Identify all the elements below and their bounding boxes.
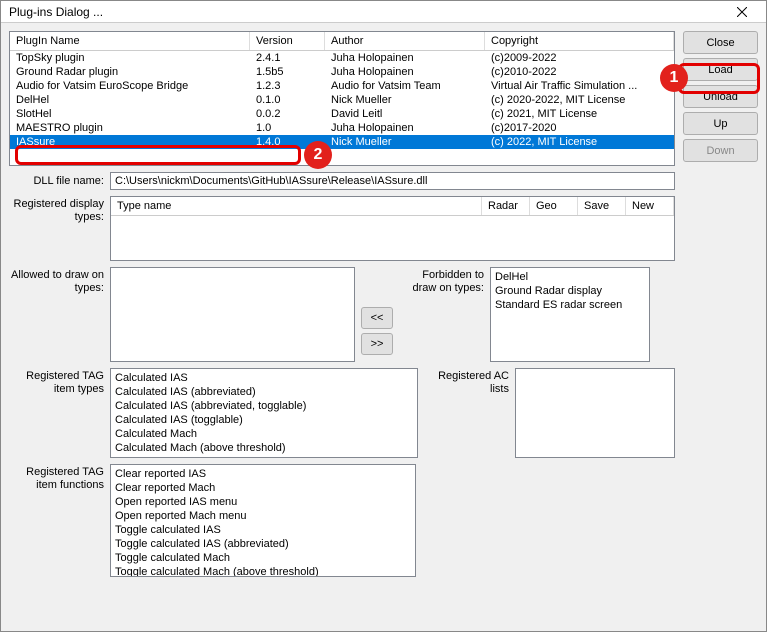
down-button[interactable]: Down	[683, 139, 758, 162]
list-item[interactable]: Calculated Mach (above threshold, toggla…	[115, 455, 413, 458]
window-title: Plug-ins Dialog ...	[5, 5, 722, 19]
plugin-table-header: PlugIn Name Version Author Copyright	[10, 32, 674, 51]
list-item[interactable]: Open reported IAS menu	[115, 495, 411, 509]
unload-button[interactable]: Unload	[683, 85, 758, 108]
list-item[interactable]: Toggle calculated IAS	[115, 523, 411, 537]
table-row[interactable]: MAESTRO plugin1.0Juha Holopainen(c)2017-…	[10, 121, 674, 135]
table-cell-copyright: Virtual Air Traffic Simulation ...	[485, 79, 674, 93]
reg-tag-items-label: Registered TAG item types	[9, 368, 104, 396]
ac-lists-list[interactable]	[515, 368, 675, 458]
reg-display-label: Registered display types:	[9, 196, 104, 224]
up-button[interactable]: Up	[683, 112, 758, 135]
table-cell-author: Nick Mueller	[325, 135, 485, 149]
col-header-copyright[interactable]: Copyright	[485, 32, 674, 50]
type-header-save[interactable]: Save	[578, 197, 626, 215]
table-cell-author: Juha Holopainen	[325, 65, 485, 79]
dialog-window: Plug-ins Dialog ... PlugIn Name Version …	[0, 0, 767, 632]
table-cell-copyright: (c) 2021, MIT License	[485, 107, 674, 121]
list-item[interactable]: Calculated IAS (abbreviated, togglable)	[115, 399, 413, 413]
list-item[interactable]: Calculated Mach (above threshold)	[115, 441, 413, 455]
table-cell-copyright: (c) 2022, MIT License	[485, 135, 674, 149]
table-cell-name: Ground Radar plugin	[10, 65, 250, 79]
table-cell-copyright: (c)2010-2022	[485, 65, 674, 79]
table-row[interactable]: Ground Radar plugin1.5b5Juha Holopainen(…	[10, 65, 674, 79]
list-item[interactable]: Clear reported IAS	[115, 467, 411, 481]
list-item[interactable]: Toggle calculated Mach (above threshold)	[115, 565, 411, 577]
table-cell-name: SlotHel	[10, 107, 250, 121]
titlebar: Plug-ins Dialog ...	[1, 1, 766, 23]
dll-file-path[interactable]: C:\Users\nickm\Documents\GitHub\IASsure\…	[110, 172, 675, 190]
load-button[interactable]: Load	[683, 58, 758, 81]
col-header-author[interactable]: Author	[325, 32, 485, 50]
table-cell-author: Juha Holopainen	[325, 121, 485, 135]
type-header-new[interactable]: New	[626, 197, 674, 215]
table-cell-version: 2.4.1	[250, 51, 325, 65]
allowed-draw-list[interactable]	[110, 267, 355, 362]
table-cell-author: Nick Mueller	[325, 93, 485, 107]
table-row[interactable]: Audio for Vatsim EuroScope Bridge1.2.3Au…	[10, 79, 674, 93]
plugin-table[interactable]: PlugIn Name Version Author Copyright Top…	[9, 31, 675, 166]
list-item[interactable]: Clear reported Mach	[115, 481, 411, 495]
table-cell-name: MAESTRO plugin	[10, 121, 250, 135]
table-cell-version: 1.2.3	[250, 79, 325, 93]
table-cell-version: 0.0.2	[250, 107, 325, 121]
table-cell-author: Juha Holopainen	[325, 51, 485, 65]
tag-item-types-list[interactable]: Calculated IASCalculated IAS (abbreviate…	[110, 368, 418, 458]
list-item[interactable]: Open reported Mach menu	[115, 509, 411, 523]
col-header-version[interactable]: Version	[250, 32, 325, 50]
list-item[interactable]: Calculated IAS (abbreviated)	[115, 385, 413, 399]
table-cell-copyright: (c) 2020-2022, MIT License	[485, 93, 674, 107]
list-item[interactable]: DelHel	[495, 270, 645, 284]
table-row[interactable]: DelHel0.1.0Nick Mueller(c) 2020-2022, MI…	[10, 93, 674, 107]
move-left-button[interactable]: <<	[361, 307, 393, 329]
type-header-type[interactable]: Type name	[111, 197, 482, 215]
close-button[interactable]: Close	[683, 31, 758, 54]
table-cell-copyright: (c)2009-2022	[485, 51, 674, 65]
table-cell-author: David Leitl	[325, 107, 485, 121]
list-item[interactable]: Calculated IAS	[115, 371, 413, 385]
table-row[interactable]: IASsure1.4.0Nick Mueller(c) 2022, MIT Li…	[10, 135, 674, 149]
dll-file-label: DLL file name:	[9, 175, 104, 187]
col-header-name[interactable]: PlugIn Name	[10, 32, 250, 50]
table-row[interactable]: SlotHel0.0.2David Leitl(c) 2021, MIT Lic…	[10, 107, 674, 121]
close-icon[interactable]	[722, 2, 762, 22]
tag-item-functions-list[interactable]: Clear reported IASClear reported MachOpe…	[110, 464, 416, 577]
list-item[interactable]: Standard ES radar screen	[495, 298, 645, 312]
reg-ac-lists-label: Registered AC lists	[424, 368, 509, 396]
registered-display-types-table[interactable]: Type name Radar Geo Save New	[110, 196, 675, 261]
allowed-label: Allowed to draw on types:	[9, 267, 104, 295]
table-cell-copyright: (c)2017-2020	[485, 121, 674, 135]
table-row[interactable]: TopSky plugin2.4.1Juha Holopainen(c)2009…	[10, 51, 674, 65]
list-item[interactable]: Ground Radar display	[495, 284, 645, 298]
list-item[interactable]: Toggle calculated Mach	[115, 551, 411, 565]
type-header-radar[interactable]: Radar	[482, 197, 530, 215]
forbidden-draw-list[interactable]: DelHelGround Radar displayStandard ES ra…	[490, 267, 650, 362]
move-right-button[interactable]: >>	[361, 333, 393, 355]
table-cell-author: Audio for Vatsim Team	[325, 79, 485, 93]
table-cell-version: 1.5b5	[250, 65, 325, 79]
reg-tag-funcs-label: Registered TAG item functions	[9, 464, 104, 492]
forbidden-label: Forbidden to draw on types:	[399, 267, 484, 295]
list-item[interactable]: Toggle calculated IAS (abbreviated)	[115, 537, 411, 551]
table-cell-version: 1.4.0	[250, 135, 325, 149]
table-cell-name: IASsure	[10, 135, 250, 149]
table-cell-name: DelHel	[10, 93, 250, 107]
type-header-geo[interactable]: Geo	[530, 197, 578, 215]
list-item[interactable]: Calculated Mach	[115, 427, 413, 441]
table-cell-version: 1.0	[250, 121, 325, 135]
table-cell-version: 0.1.0	[250, 93, 325, 107]
table-cell-name: Audio for Vatsim EuroScope Bridge	[10, 79, 250, 93]
table-cell-name: TopSky plugin	[10, 51, 250, 65]
list-item[interactable]: Calculated IAS (togglable)	[115, 413, 413, 427]
